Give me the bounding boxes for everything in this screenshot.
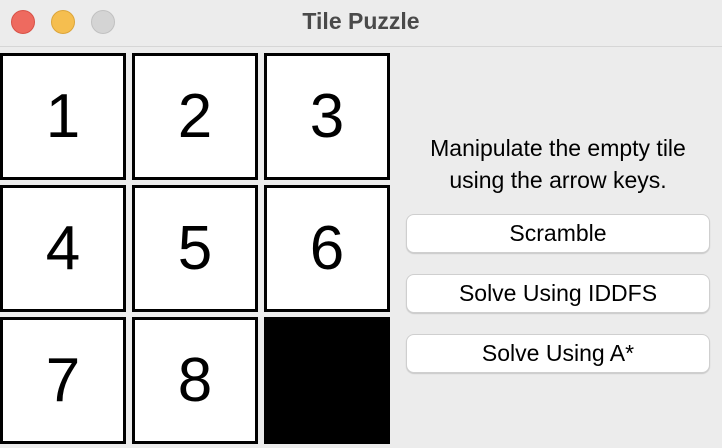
instructions-line-2: using the arrow keys. <box>449 167 667 193</box>
tile-puzzle-window: Tile Puzzle 1 2 3 4 5 6 7 8 Manipulate t… <box>0 0 722 448</box>
tile-1[interactable]: 1 <box>0 53 126 180</box>
tile-3[interactable]: 3 <box>264 53 390 180</box>
tile-6[interactable]: 6 <box>264 185 390 312</box>
instructions-line-1: Manipulate the empty tile <box>430 135 686 161</box>
window-title: Tile Puzzle <box>302 8 420 34</box>
title-bar: Tile Puzzle <box>0 0 722 47</box>
tile-7[interactable]: 7 <box>0 317 126 444</box>
solve-astar-button[interactable]: Solve Using A* <box>406 334 710 373</box>
solve-iddfs-button[interactable]: Solve Using IDDFS <box>406 274 710 313</box>
empty-tile[interactable] <box>264 317 390 444</box>
puzzle-board: 1 2 3 4 5 6 7 8 <box>0 53 392 448</box>
scramble-button[interactable]: Scramble <box>406 214 710 253</box>
tile-5[interactable]: 5 <box>132 185 258 312</box>
tile-4[interactable]: 4 <box>0 185 126 312</box>
tile-8[interactable]: 8 <box>132 317 258 444</box>
tile-2[interactable]: 2 <box>132 53 258 180</box>
control-panel: Manipulate the empty tile using the arro… <box>400 53 716 448</box>
instructions-text: Manipulate the empty tile using the arro… <box>400 132 716 196</box>
